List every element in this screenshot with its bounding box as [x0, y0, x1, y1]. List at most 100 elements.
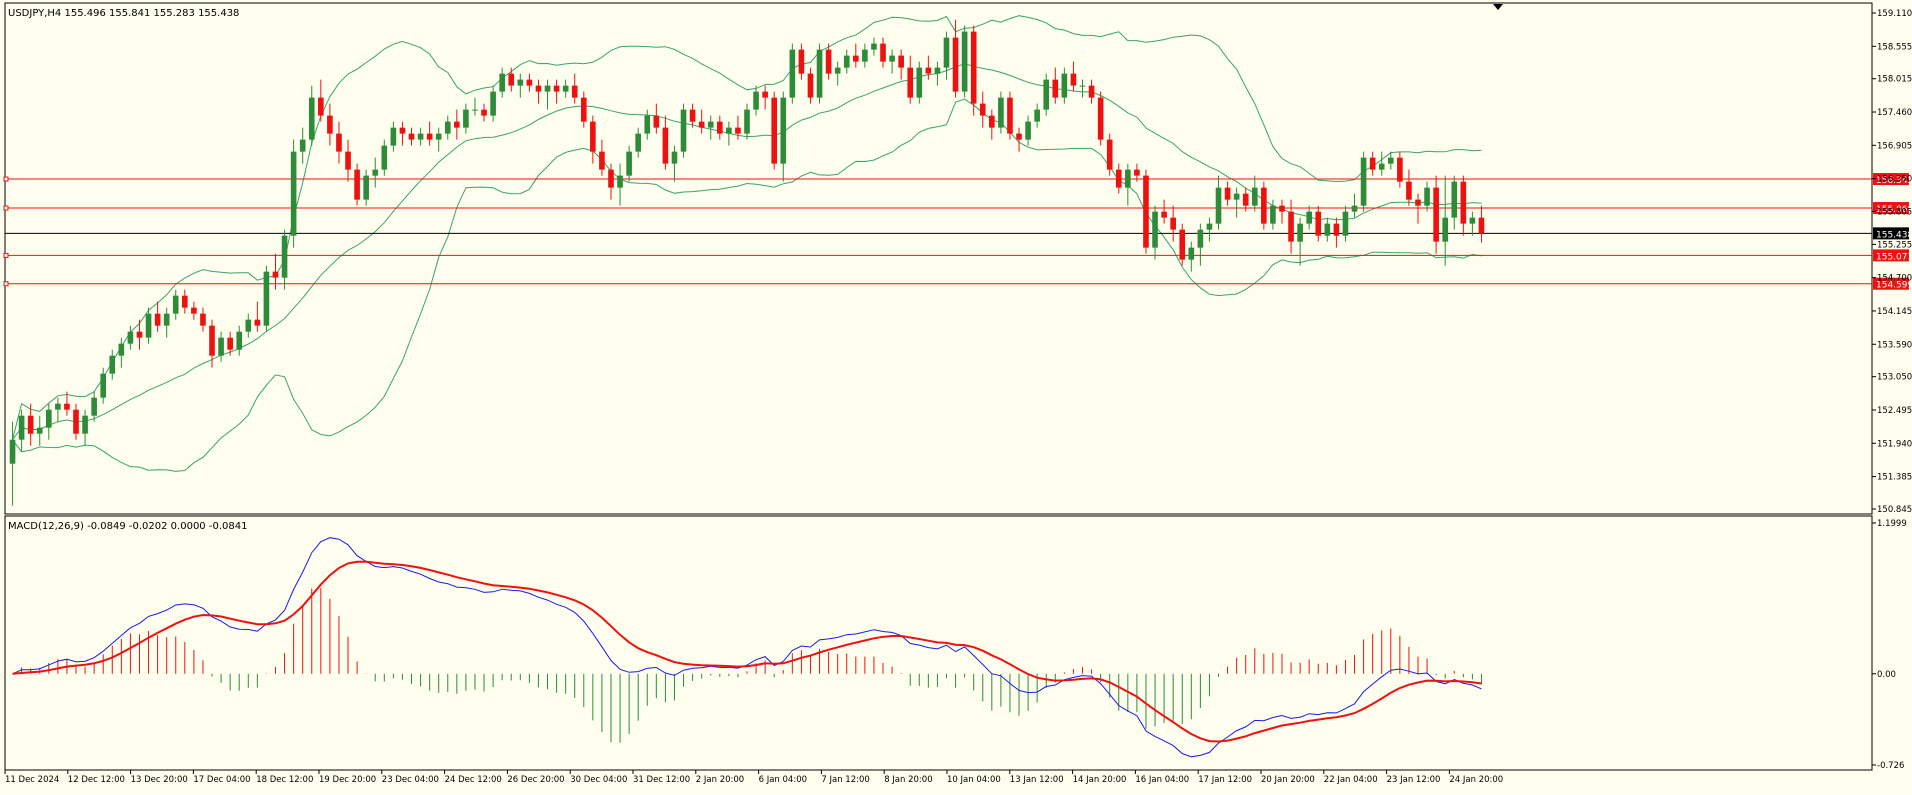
time-tick-label: 17 Dec 04:00 [193, 775, 250, 785]
candle-body [354, 169, 360, 200]
candle-body [1397, 157, 1403, 182]
candle-body [898, 55, 904, 68]
candle-body [535, 85, 542, 92]
time-tick-label: 16 Jan 04:00 [1135, 775, 1189, 785]
candle-body [490, 91, 496, 116]
price-tick-label: 154.145 [1877, 307, 1912, 317]
candle-body [1070, 73, 1077, 86]
candle-body [444, 121, 451, 134]
time-tick-label: 23 Dec 04:00 [382, 775, 439, 785]
candle-body [1478, 217, 1485, 234]
candle-body [1016, 133, 1022, 140]
candle-body [1052, 79, 1059, 98]
candle-body [1215, 187, 1222, 224]
time-tick-label: 14 Jan 20:00 [1073, 775, 1127, 785]
current-price-label: 155.438 [1876, 230, 1912, 240]
candle-body [172, 295, 179, 314]
candle-body [1106, 139, 1113, 170]
time-tick-label: 24 Jan 20:00 [1449, 775, 1503, 785]
candle-body [1433, 187, 1439, 242]
candle-body [209, 325, 215, 356]
candle-body [871, 43, 877, 50]
candle-body [617, 175, 623, 188]
time-tick-label: 23 Jan 12:00 [1387, 775, 1441, 785]
time-tick-label: 30 Dec 04:00 [570, 775, 627, 785]
time-tick-label: 11 Dec 2024 [5, 775, 59, 785]
candle-body [1197, 229, 1204, 248]
candle-body [744, 109, 750, 134]
candle-body [689, 109, 696, 122]
level-handle-2 [3, 205, 9, 211]
candle-body [109, 355, 116, 374]
candle-body [825, 49, 832, 74]
candle-body [644, 115, 651, 134]
candle-body [1097, 97, 1104, 140]
price-chart-canvas[interactable]: 156.343155.860155.071154.599155.438 159.… [0, 0, 1912, 791]
candle-body [290, 151, 297, 236]
level-handle-1 [3, 176, 9, 182]
candle-body [544, 85, 551, 92]
candle-body [1406, 181, 1412, 200]
candle-body [45, 409, 52, 428]
candle-body [1387, 157, 1394, 164]
macd-info: MACD(12,26,9) -0.0849 -0.0202 0.0000 -0.… [8, 521, 247, 532]
candle-body [191, 307, 197, 314]
price-tick-label: 158.015 [1877, 75, 1912, 85]
candle-body [852, 55, 859, 62]
candle-body [363, 175, 369, 200]
candle-body [408, 133, 415, 140]
candle-body [517, 79, 524, 86]
candle-body [1351, 205, 1358, 212]
chart-window[interactable]: 156.343 155.860 155.071 154.599 155.438 159.… [0, 0, 1912, 791]
candle-body [1360, 157, 1367, 206]
candle-body [308, 97, 315, 140]
candle-body [1424, 187, 1430, 206]
candle-body [55, 403, 61, 410]
candle-body [771, 97, 778, 164]
level-handle-3 [3, 252, 9, 258]
candle-body [82, 415, 88, 434]
candle-body [163, 313, 170, 326]
candle-body [426, 133, 433, 140]
candle-body [272, 271, 279, 278]
candle-body [1152, 211, 1158, 248]
candle-body [463, 109, 469, 128]
candle-body [1306, 211, 1312, 224]
candle-body [182, 295, 188, 308]
candle-body [789, 49, 796, 98]
candle-body [1134, 169, 1140, 176]
candle-body [698, 121, 705, 128]
time-tick-label: 17 Jan 12:00 [1198, 775, 1252, 785]
candle-body [889, 55, 895, 62]
macd-tick-label: -0.726 [1877, 761, 1904, 771]
candle-body [299, 139, 306, 152]
candle-body [989, 115, 995, 128]
candle-body [1451, 181, 1458, 218]
time-tick-label: 2 Jan 20:00 [696, 775, 744, 785]
candle-body [1251, 187, 1258, 206]
candle-body [136, 331, 143, 338]
candle-body [1034, 109, 1040, 122]
time-tick-label: 7 Jan 12:00 [821, 775, 869, 785]
candle-body [1143, 175, 1149, 248]
candle-body [1442, 217, 1449, 242]
candle-body [381, 145, 388, 170]
candle-body [1224, 187, 1231, 200]
candle-body [1242, 193, 1249, 206]
candle-body [390, 127, 397, 146]
candle-body [970, 31, 977, 104]
candle-body [1342, 211, 1349, 236]
candle-body [1270, 205, 1276, 224]
candle-body [118, 343, 125, 356]
price-tick-label: 154.700 [1877, 274, 1912, 284]
candle-body [227, 337, 233, 350]
price-tick-label: 156.350 [1877, 175, 1912, 185]
candle-body [961, 31, 968, 92]
candle-body [263, 271, 270, 326]
price-tick-label: 157.460 [1877, 108, 1912, 118]
time-tick-label: 24 Dec 12:00 [445, 775, 502, 785]
candle-body [145, 313, 152, 338]
candle-body [798, 49, 805, 74]
candle-body [1025, 121, 1031, 140]
level-handle-4 [3, 281, 9, 287]
